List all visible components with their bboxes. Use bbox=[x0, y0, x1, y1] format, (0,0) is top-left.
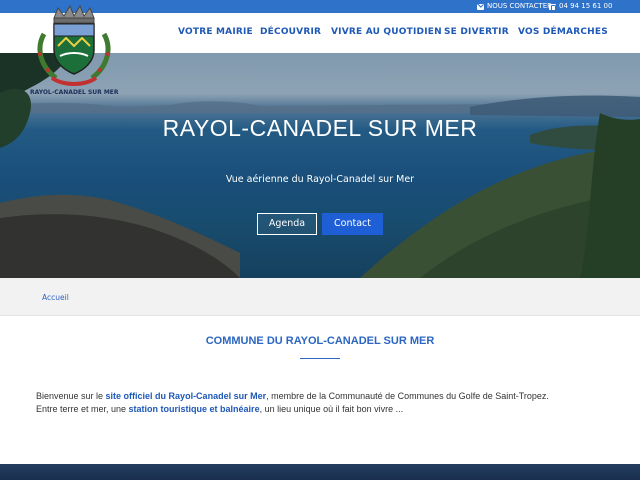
page-title: COMMUNE DU RAYOL-CANADEL SUR MER bbox=[205, 335, 435, 347]
mail-icon bbox=[477, 3, 484, 10]
contact-button[interactable]: Contact bbox=[322, 213, 383, 235]
breadcrumb: Accueil bbox=[0, 278, 640, 316]
breadcrumb-home-link[interactable]: Accueil bbox=[42, 293, 69, 302]
contact-link-label: NOUS CONTACTER bbox=[487, 2, 553, 10]
intro-p2-start: Entre terre et mer, une bbox=[36, 404, 129, 414]
nav-item-votre-mairie[interactable]: VOTRE MAIRIE bbox=[178, 27, 253, 37]
intro-p1-start: Bienvenue sur le bbox=[36, 391, 106, 401]
hero-subtitle: Vue aérienne du Rayol-Canadel sur Mer bbox=[225, 174, 415, 185]
intro-p2-end: , un lieu unique où il fait bon vivre ..… bbox=[259, 404, 404, 414]
phone-link[interactable]: 04 94 15 61 00 bbox=[549, 1, 612, 12]
official-site-link[interactable]: site officiel du Rayol-Canadel sur Mer bbox=[106, 391, 267, 401]
title-divider bbox=[300, 358, 340, 359]
intro-p1-end: , membre de la Communauté de Communes du… bbox=[266, 391, 549, 401]
logo-text: RAYOL-CANADEL SUR MER bbox=[30, 89, 119, 96]
site-logo[interactable]: RAYOL-CANADEL SUR MER bbox=[30, 4, 119, 100]
phone-icon bbox=[549, 3, 556, 11]
tourist-station-link[interactable]: station touristique et balnéaire bbox=[129, 404, 260, 414]
next-section-banner bbox=[0, 464, 640, 480]
phone-number: 04 94 15 61 00 bbox=[559, 2, 613, 10]
nav-item-se-divertir[interactable]: SE DIVERTIR bbox=[444, 27, 509, 37]
hero-title: RAYOL-CANADEL SUR MER bbox=[162, 115, 478, 141]
nav-item-decouvrir[interactable]: DÉCOUVRIR bbox=[260, 27, 321, 37]
nav-item-vivre-au-quotidien[interactable]: VIVRE AU QUOTIDIEN bbox=[331, 27, 442, 37]
coat-of-arms-icon bbox=[37, 4, 111, 86]
nav-item-vos-demarches[interactable]: VOS DÉMARCHES bbox=[518, 27, 608, 37]
agenda-button[interactable]: Agenda bbox=[257, 213, 317, 235]
contact-link[interactable]: NOUS CONTACTER bbox=[477, 1, 552, 12]
intro-text: Bienvenue sur le site officiel du Rayol-… bbox=[36, 390, 606, 416]
